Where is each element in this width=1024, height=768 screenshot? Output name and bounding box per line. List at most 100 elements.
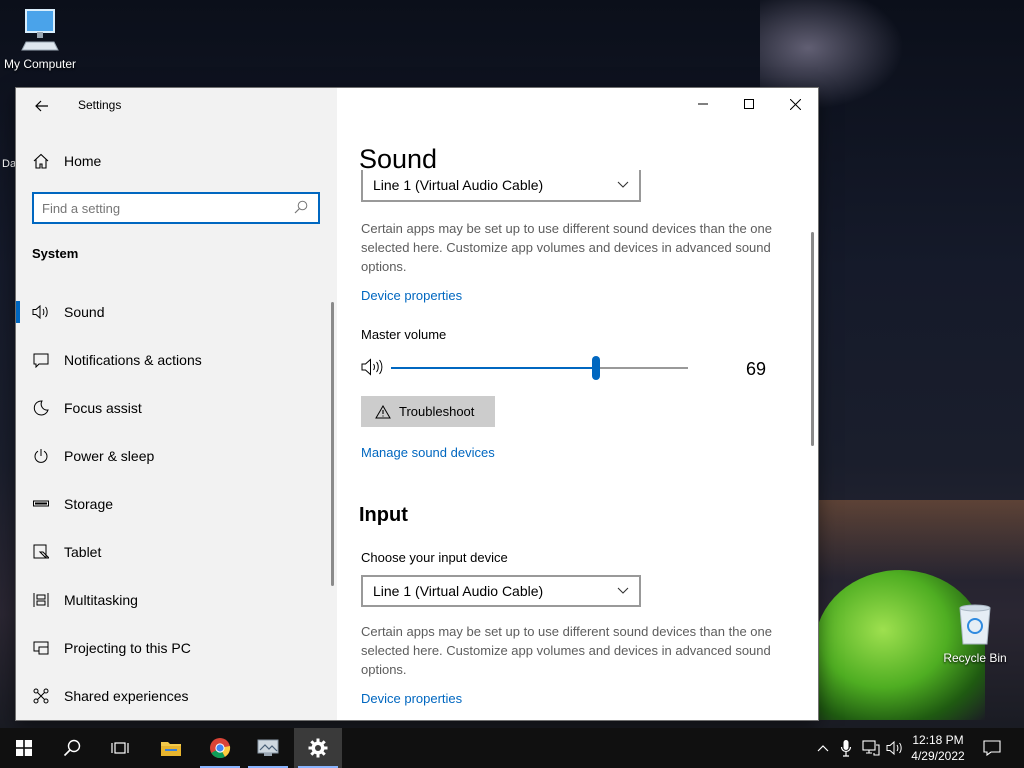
sidebar-item-sound[interactable]: Sound — [16, 288, 337, 336]
taskbar-search-button[interactable] — [48, 728, 96, 768]
manage-sound-devices-link[interactable]: Manage sound devices — [361, 445, 495, 460]
action-center-icon — [983, 740, 1001, 756]
home-link[interactable]: Home — [32, 150, 101, 172]
sidebar-scrollbar[interactable] — [331, 302, 334, 586]
sidebar-item-label: Notifications & actions — [64, 352, 202, 368]
sidebar-item-focus-assist[interactable]: Focus assist — [16, 384, 337, 432]
content-pane: Sound Line 1 (Virtual Audio Cable) Certa… — [337, 88, 818, 720]
sidebar-item-label: Focus assist — [64, 400, 142, 416]
desktop-icon-recycle-bin[interactable]: Recycle Bin — [935, 602, 1015, 665]
sidebar-item-label: Power & sleep — [64, 448, 155, 464]
microphone-tray-button[interactable] — [836, 728, 856, 768]
sidebar-item-power-sleep[interactable]: Power & sleep — [16, 432, 337, 480]
wallpaper-horizon — [816, 500, 1024, 580]
master-volume-label: Master volume — [361, 327, 447, 342]
output-device-properties-link[interactable]: Device properties — [361, 288, 462, 303]
window-title: Settings — [78, 98, 122, 112]
home-icon — [32, 152, 50, 170]
input-description: Certain apps may be set up to use differ… — [361, 624, 772, 677]
maximize-icon — [744, 99, 754, 109]
power-icon — [32, 447, 50, 465]
tablet-icon — [32, 543, 50, 561]
taskbar-chrome[interactable] — [196, 728, 244, 768]
search-input[interactable] — [42, 200, 294, 216]
taskbar-clock[interactable]: 12:18 PM 4/29/2022 — [900, 732, 976, 764]
shared-icon — [32, 687, 50, 705]
search-setting-field[interactable] — [32, 192, 320, 224]
input-device-properties-link[interactable]: Device properties — [361, 691, 462, 706]
search-icon — [63, 739, 81, 757]
search-icon — [294, 200, 310, 216]
moon-icon — [32, 399, 50, 417]
sidebar-item-notifications[interactable]: Notifications & actions — [16, 336, 337, 384]
chevron-up-icon — [817, 745, 829, 752]
desktop-partial-label: Da — [2, 158, 17, 170]
chevron-down-icon — [617, 181, 629, 188]
recycle-bin-icon — [935, 602, 1015, 649]
taskbar-monitor-app[interactable] — [244, 728, 292, 768]
speaker-icon — [32, 303, 50, 321]
file-explorer-icon — [161, 742, 181, 756]
sidebar-item-multitasking[interactable]: Multitasking — [16, 576, 337, 624]
volume-speaker-icon[interactable] — [361, 358, 383, 381]
sidebar-item-label: Sound — [64, 304, 105, 320]
warning-icon — [375, 404, 391, 418]
close-button[interactable] — [772, 88, 818, 120]
desktop-icon-label: My Computer — [3, 57, 77, 71]
task-view-icon — [111, 742, 129, 754]
sidebar-item-label: Multitasking — [64, 592, 138, 608]
message-icon — [32, 351, 50, 369]
start-button[interactable] — [0, 728, 48, 768]
output-description: Certain apps may be set up to use differ… — [361, 221, 772, 274]
content-scroll-thumb[interactable] — [811, 232, 814, 446]
multitasking-icon — [32, 591, 50, 609]
output-device-dropdown[interactable]: Line 1 (Virtual Audio Cable) — [361, 170, 641, 202]
master-volume-slider[interactable] — [391, 356, 688, 380]
master-volume-row: 69 — [361, 356, 781, 380]
sidebar-item-label: Storage — [64, 496, 114, 512]
sidebar-item-storage[interactable]: Storage — [16, 480, 337, 528]
minimize-icon — [698, 103, 708, 105]
arrow-left-icon — [35, 100, 48, 112]
volume-slider-thumb[interactable] — [591, 356, 600, 380]
chrome-icon — [210, 738, 231, 759]
action-center-button[interactable] — [980, 728, 1004, 768]
show-hidden-icons-button[interactable] — [812, 728, 834, 768]
taskbar-settings[interactable] — [294, 728, 342, 768]
input-heading: Input — [359, 504, 408, 526]
projector-icon — [32, 639, 50, 657]
desktop-icon-label: Recycle Bin — [943, 651, 1007, 665]
troubleshoot-label: Troubleshoot — [399, 404, 475, 419]
home-label: Home — [64, 153, 102, 169]
volume-slider-fill — [391, 367, 596, 369]
sidebar: Settings Home System Sound — [16, 88, 337, 720]
storage-icon — [32, 495, 50, 513]
maximize-button[interactable] — [726, 88, 772, 120]
sidebar-item-label: Tablet — [64, 544, 102, 560]
back-button[interactable] — [30, 94, 54, 118]
clock-date: 4/29/2022 — [911, 749, 965, 763]
windows-start-icon — [16, 740, 32, 756]
minimize-button[interactable] — [680, 88, 726, 120]
output-device-value: Line 1 (Virtual Audio Cable) — [373, 177, 544, 193]
desktop-icon-my-computer[interactable]: My Computer — [0, 8, 80, 71]
sidebar-item-label: Projecting to this PC — [64, 640, 191, 656]
monitor-app-icon — [257, 739, 279, 756]
task-view-button[interactable] — [96, 728, 144, 768]
input-device-dropdown[interactable]: Line 1 (Virtual Audio Cable) — [361, 575, 641, 607]
sidebar-item-shared-experiences[interactable]: Shared experiences — [16, 672, 337, 720]
taskbar: 12:18 PM 4/29/2022 — [0, 728, 1024, 768]
content-scrollbar[interactable] — [808, 218, 818, 720]
section-label-system: System — [32, 246, 79, 261]
computer-icon — [0, 8, 80, 55]
network-tray-button[interactable] — [860, 728, 882, 768]
sidebar-item-projecting[interactable]: Projecting to this PC — [16, 624, 337, 672]
close-icon — [789, 98, 801, 110]
sidebar-item-tablet[interactable]: Tablet — [16, 528, 337, 576]
taskbar-file-explorer[interactable] — [147, 728, 195, 768]
window-caption-buttons — [680, 88, 818, 120]
troubleshoot-button[interactable]: Troubleshoot — [361, 396, 495, 427]
settings-gear-icon — [308, 738, 328, 758]
choose-input-label: Choose your input device — [361, 550, 508, 565]
chevron-down-icon — [617, 587, 629, 594]
